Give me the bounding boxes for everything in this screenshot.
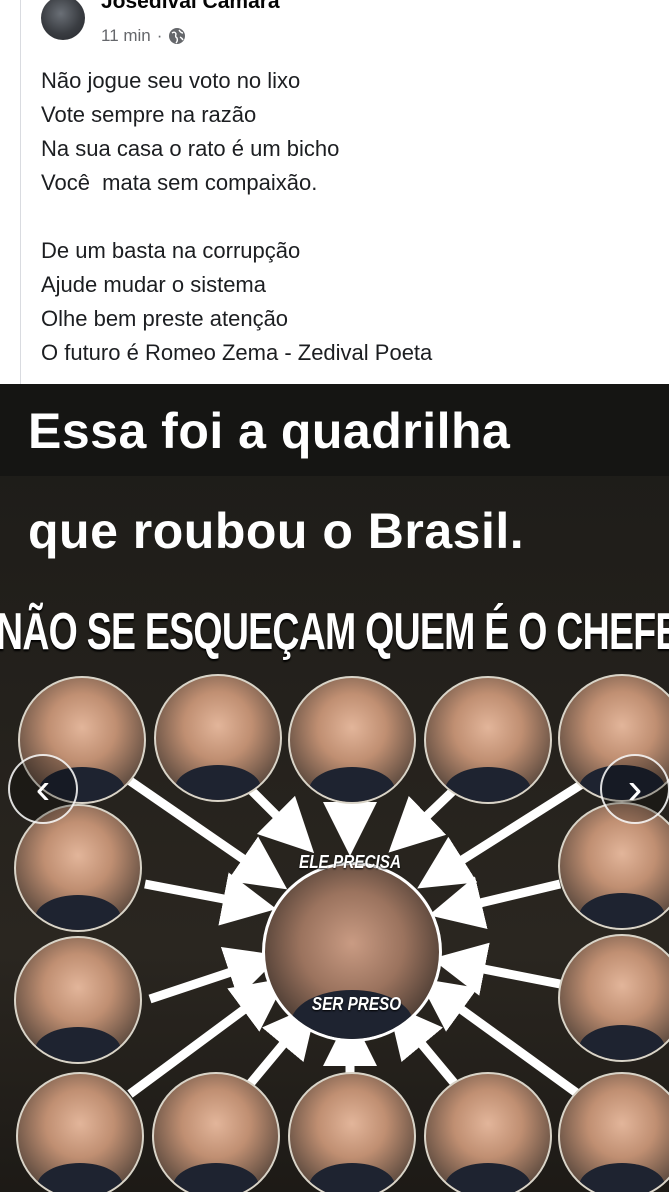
- post-card: Josedival Camara 11 min · Não jogue seu …: [20, 0, 669, 384]
- person-photo: [16, 1072, 144, 1192]
- poem-line: Não jogue seu voto no lixo: [41, 68, 301, 93]
- person-photo: [152, 1072, 280, 1192]
- post-photo[interactable]: Essa foi a quadrilha que roubou o Brasil…: [0, 384, 669, 1192]
- center-label-top: ELE PRECISA: [299, 852, 402, 872]
- person-photo: [424, 676, 552, 804]
- chevron-right-icon[interactable]: ›: [600, 754, 669, 824]
- arrow: [428, 876, 562, 930]
- next-glyph: ›: [627, 764, 643, 813]
- poem-line: Ajude mudar o sistema: [41, 272, 266, 297]
- post-meta: 11 min ·: [101, 26, 186, 46]
- poem-line: O futuro é Romeo Zema - Zedival Poeta: [41, 340, 433, 365]
- person-photo: [154, 674, 282, 802]
- person-photo: [288, 1072, 416, 1192]
- author-name[interactable]: Josedival Camara: [101, 0, 280, 14]
- chevron-left-icon[interactable]: ‹: [8, 754, 78, 824]
- poem-line: Olhe bem preste atenção: [41, 306, 289, 331]
- person-photo: [14, 804, 142, 932]
- arrow: [144, 872, 277, 926]
- poem-line: De um basta na corrupção: [41, 238, 301, 263]
- poem-line: Vote sempre na razão: [41, 102, 257, 127]
- globe-icon[interactable]: [168, 27, 186, 45]
- prev-glyph: ‹: [35, 764, 51, 813]
- post-text: Não jogue seu voto no lixo Vote sempre n…: [41, 64, 641, 370]
- person-photo: [14, 936, 142, 1064]
- poem-line: Você mata sem compaixão.: [41, 170, 318, 195]
- poem-line: Na sua casa o rato é um bicho: [41, 136, 340, 161]
- person-photo: [424, 1072, 552, 1192]
- avatar[interactable]: [41, 0, 85, 40]
- meta-separator: ·: [156, 26, 163, 45]
- stanza-gap: [41, 200, 641, 234]
- center-label-bottom: SER PRESO: [311, 994, 402, 1014]
- post-time[interactable]: 11 min: [101, 26, 151, 46]
- arrow: [148, 946, 281, 1004]
- person-photo: [288, 676, 416, 804]
- arrow: [431, 942, 561, 996]
- center-person-photo: [262, 862, 442, 1042]
- bottom-strip: [0, 1192, 669, 1200]
